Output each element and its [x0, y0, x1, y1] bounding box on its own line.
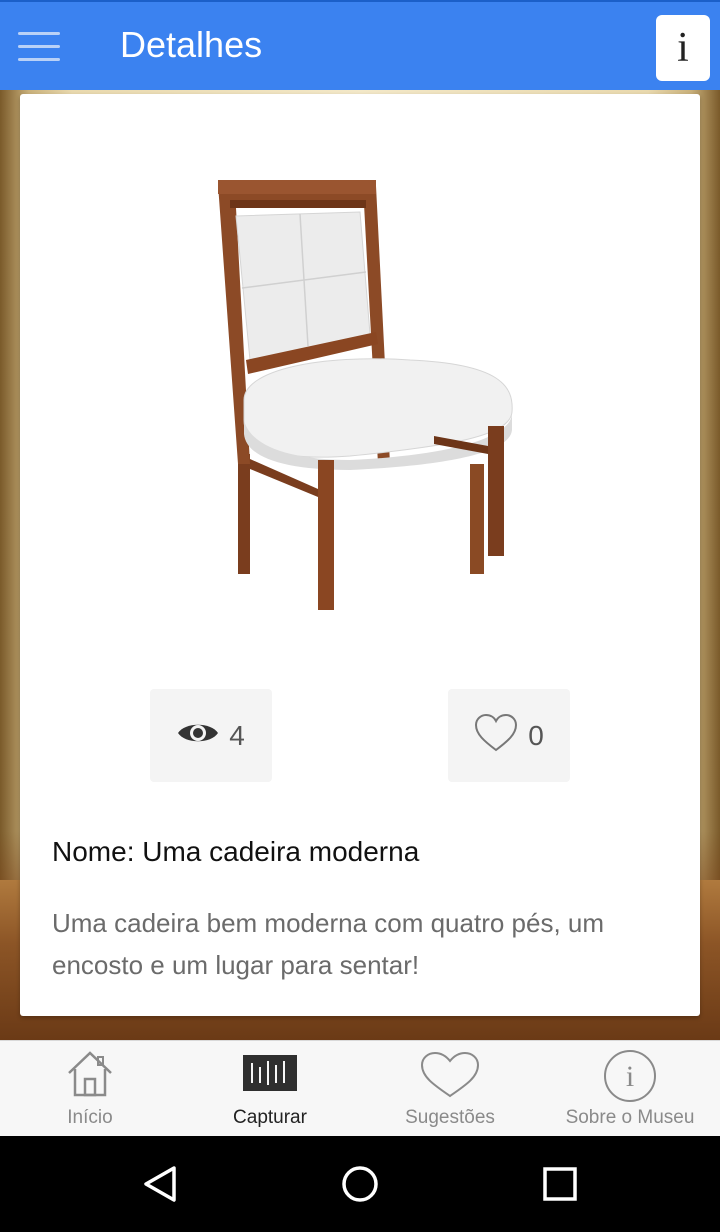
heart-icon — [420, 1051, 480, 1101]
home-button-icon[interactable] — [340, 1164, 380, 1204]
views-count: 4 — [229, 719, 245, 751]
views-counter[interactable]: 4 — [150, 689, 272, 782]
details-card: 4 0 Nome: Uma cadeira moderna Uma cadeir… — [20, 94, 700, 1016]
nav-item-inicio[interactable]: Início — [0, 1041, 180, 1137]
nav-label: Início — [67, 1107, 113, 1128]
info-circle-icon: i — [603, 1049, 656, 1102]
item-name: Nome: Uma cadeira moderna — [52, 836, 420, 867]
nav-label: Capturar — [233, 1107, 307, 1128]
page-title: Detalhes — [120, 24, 263, 65]
chair-image — [200, 164, 520, 634]
nav-item-sobre-museu[interactable]: i Sobre o Museu — [540, 1041, 720, 1137]
bottom-navigation: Início Capturar Sugestões i Sobre o Muse… — [0, 1040, 720, 1136]
svg-text:i: i — [626, 1060, 634, 1093]
menu-icon[interactable] — [18, 32, 62, 64]
like-button[interactable]: 0 — [448, 689, 570, 782]
eye-icon — [177, 719, 219, 752]
likes-count: 0 — [528, 719, 544, 751]
nav-item-sugestoes[interactable]: Sugestões — [360, 1041, 540, 1137]
system-navigation-bar — [0, 1136, 720, 1232]
nav-label: Sobre o Museu — [565, 1107, 695, 1128]
heart-outline-icon — [474, 713, 518, 758]
home-icon — [65, 1049, 115, 1099]
recents-icon[interactable] — [540, 1164, 580, 1204]
back-icon[interactable] — [140, 1164, 180, 1204]
nav-label: Sugestões — [405, 1107, 495, 1128]
app-bar: Detalhes i — [0, 0, 720, 90]
info-button[interactable]: i — [656, 15, 710, 81]
item-description: Uma cadeira bem moderna com quatro pés, … — [52, 908, 605, 980]
barcode-icon — [243, 1055, 297, 1105]
nav-item-capturar[interactable]: Capturar — [180, 1041, 360, 1137]
